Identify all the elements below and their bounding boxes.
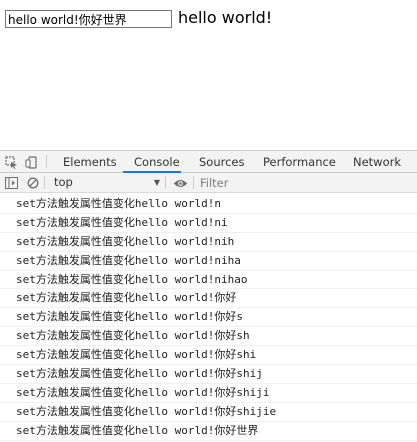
console-log-line: set方法触发属性值变化hello world!nihao: [0, 271, 417, 290]
inspect-element-icon[interactable]: [4, 155, 18, 169]
context-selector[interactable]: top ▼: [48, 175, 164, 190]
console-log-line: set方法触发属性值变化hello world!nih: [0, 233, 417, 252]
console-messages: set方法触发属性值变化hello world!n set方法触发属性值变化he…: [0, 195, 417, 442]
toolbar-separator: [193, 176, 194, 189]
console-log-line: set方法触发属性值变化hello world!你好: [0, 289, 417, 309]
dropdown-arrow-icon: ▼: [153, 178, 160, 187]
devtools-panel: Elements Console Sources Performance Net…: [0, 150, 417, 442]
toolbar-separator: [165, 176, 166, 189]
page: hello world! Elements Console Sources P: [0, 0, 417, 442]
tab-elements[interactable]: Elements: [63, 151, 117, 172]
text-input[interactable]: [5, 10, 172, 28]
console-log-line: set方法触发属性值变化hello world!你好shij: [0, 365, 417, 384]
console-log-line: set方法触发属性值变化hello world!你好sh: [0, 327, 417, 347]
tab-network[interactable]: Network: [353, 151, 401, 172]
console-filter-input[interactable]: [196, 175, 417, 190]
console-log-line: set方法触发属性值变化hello world!你好shijie: [0, 403, 417, 422]
context-selector-value: top: [54, 175, 73, 189]
tab-sources[interactable]: Sources: [199, 151, 245, 172]
device-toolbar-icon[interactable]: [24, 155, 38, 169]
console-toolbar: top ▼: [0, 173, 417, 193]
console-log-line: set方法触发属性值变化hello world!你好s: [0, 308, 417, 328]
console-log-line: set方法触发属性值变化hello world!niha: [0, 252, 417, 271]
echo-text: hello world!: [178, 8, 273, 27]
tab-performance[interactable]: Performance: [263, 151, 336, 172]
console-log-line: set方法触发属性值变化hello world!你好世界: [0, 422, 417, 441]
devtools-tabbar: Elements Console Sources Performance Net…: [0, 151, 417, 173]
tab-separator: [46, 155, 47, 168]
console-log-line: set方法触发属性值变化hello world!ni: [0, 214, 417, 233]
tab-console[interactable]: Console: [134, 151, 180, 172]
console-log-line: set方法触发属性值变化hello world!你好shiji: [0, 384, 417, 403]
web-page-content: hello world!: [0, 0, 417, 150]
toolbar-separator: [44, 176, 45, 189]
eye-icon[interactable]: [172, 176, 188, 190]
sidebar-toggle-icon[interactable]: [4, 176, 18, 190]
console-log-line: set方法触发属性值变化hello world!你好shi: [0, 346, 417, 366]
clear-console-icon[interactable]: [26, 176, 40, 190]
console-log-line: set方法触发属性值变化hello world!n: [0, 195, 417, 214]
